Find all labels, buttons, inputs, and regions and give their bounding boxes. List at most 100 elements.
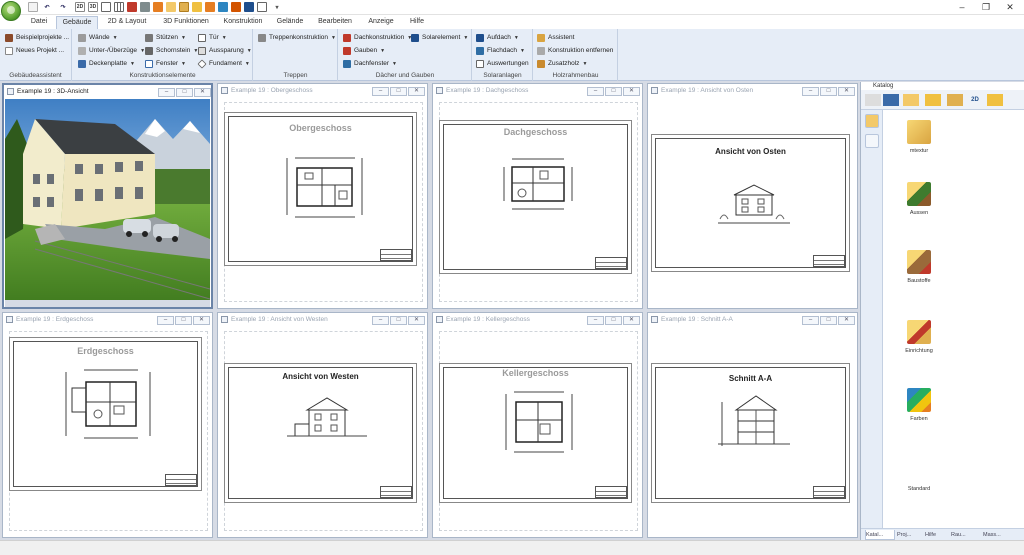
document-window-ansicht-westen[interactable]: Example 19 : Ansicht von Westen – □ ✕ An… (217, 312, 428, 538)
minimize-icon[interactable]: – (802, 316, 819, 325)
catalog-item-aussen[interactable]: Aussen (891, 182, 947, 216)
maximize-icon[interactable]: □ (820, 87, 837, 96)
document-window-schnitt-a-a[interactable]: Example 19 : Schnitt A-A – □ ✕ Schnitt A… (647, 312, 858, 538)
aussparung-button[interactable]: Aussparung ▼ (198, 45, 252, 56)
close-icon[interactable]: ✕ (408, 316, 425, 325)
catalog-wall-icon[interactable] (903, 94, 919, 106)
maximize-icon[interactable]: □ (820, 316, 837, 325)
fenster-button[interactable]: Fenster ▼ (145, 58, 186, 69)
catalog-material-icon[interactable] (925, 94, 941, 106)
close-icon[interactable]: ✕ (194, 88, 211, 97)
close-icon[interactable]: ✕ (838, 316, 855, 325)
catalog-slab-icon[interactable] (883, 94, 899, 106)
document-window-dachgeschoss[interactable]: Example 19 : Dachgeschoss – □ ✕ Dachgesc… (432, 83, 643, 309)
catalog-favorite-icon[interactable] (865, 134, 879, 148)
tab-raum[interactable]: Rau... (951, 530, 979, 540)
minimize-icon[interactable]: – (587, 87, 604, 96)
tab-katalog[interactable]: Katal... (865, 530, 895, 540)
tab-konstruktion[interactable]: Konstruktion (220, 16, 266, 29)
drawing-sheet[interactable]: Schnitt A-A (651, 363, 850, 503)
tab-3d-funktionen[interactable]: 3D Funktionen (158, 16, 214, 29)
dachkonstruktion-button[interactable]: Dachkonstruktion ▼ (343, 32, 412, 43)
2d-view-icon[interactable]: 2D (75, 2, 85, 12)
tab-datei[interactable]: Datei (26, 16, 52, 29)
minimize-icon[interactable]: – (802, 87, 819, 96)
catalog-item-standard[interactable]: Standard (891, 482, 947, 492)
measure-tool-icon[interactable] (244, 2, 254, 12)
catalog-3d-object-icon[interactable] (947, 94, 963, 106)
catalog-item-baustoffe[interactable]: Baustoffe (891, 250, 947, 284)
window-layout-icon[interactable] (101, 2, 111, 12)
maximize-icon[interactable]: □ (390, 87, 407, 96)
3d-house-render[interactable] (5, 99, 210, 307)
treppenkonstruktion-button[interactable]: Treppenkonstruktion ▼ (258, 32, 336, 43)
auswertungen-button[interactable]: Auswertungen (476, 58, 529, 69)
tab-anzeige[interactable]: Anzeige (364, 16, 398, 29)
document-window-kellergeschoss[interactable]: Example 19 : Kellergeschoss – □ ✕ Keller… (432, 312, 643, 538)
catalog-2d-icon[interactable]: 2D (967, 94, 983, 106)
tab-projekt[interactable]: Proj... (897, 530, 923, 540)
maximize-icon[interactable]: □ (605, 87, 622, 96)
door-tool-icon[interactable] (179, 2, 189, 12)
unterzuege-button[interactable]: Unter-/Überzüge ▼ (78, 45, 145, 56)
close-icon[interactable]: ✕ (998, 1, 1022, 13)
pencil-tool-icon[interactable] (192, 2, 202, 12)
minimize-icon[interactable]: – (587, 316, 604, 325)
catalog-item-einrichtung[interactable]: Einrichtung (891, 320, 947, 354)
solarelement-button[interactable]: Solarelement ▼ (411, 32, 468, 43)
close-icon[interactable]: ✕ (623, 316, 640, 325)
stair-tool-icon[interactable] (153, 2, 163, 12)
tab-2d-layout[interactable]: 2D & Layout (104, 16, 150, 29)
drawing-sheet[interactable]: Obergeschoss (224, 112, 417, 266)
tab-hilfe[interactable]: Hilfe (404, 16, 430, 29)
drawing-sheet[interactable]: Erdgeschoss (9, 337, 202, 491)
customize-quick-access-icon[interactable]: ▾ (272, 2, 282, 12)
document-window-3d-ansicht[interactable]: Example 19 : 3D-Ansicht – □ ✕ (2, 83, 213, 309)
move-tool-icon[interactable] (205, 2, 215, 12)
close-icon[interactable]: ✕ (838, 87, 855, 96)
gauben-button[interactable]: Gauben ▼ (343, 45, 385, 56)
close-icon[interactable]: ✕ (623, 87, 640, 96)
tab-hilfe[interactable]: Hilfe (925, 530, 949, 540)
print-icon[interactable] (257, 2, 267, 12)
catalog-pin-icon[interactable] (865, 94, 881, 106)
maximize-icon[interactable]: ❐ (974, 1, 998, 13)
catalog-item-farben[interactable]: Farben (891, 388, 947, 422)
undo-icon[interactable]: ↶ (42, 2, 52, 12)
maximize-icon[interactable]: □ (390, 316, 407, 325)
3d-view-icon[interactable]: 3D (88, 2, 98, 12)
document-window-obergeschoss[interactable]: Example 19 : Obergeschoss – □ ✕ Obergesc… (217, 83, 428, 309)
fundament-button[interactable]: Fundament ▼ (197, 58, 250, 69)
app-logo-icon[interactable] (1, 1, 21, 21)
dimension-tool-icon[interactable] (231, 2, 241, 12)
catalog-item-mtextur[interactable]: mtextur (891, 120, 947, 154)
dachfenster-button[interactable]: Dachfenster ▼ (343, 58, 397, 69)
redo-icon[interactable]: ↷ (58, 2, 68, 12)
maximize-icon[interactable]: □ (605, 316, 622, 325)
schornstein-button[interactable]: Schornstein ▼ (145, 45, 198, 56)
konstruktion-entfernen-button[interactable]: Konstruktion entfernen (537, 45, 613, 56)
drawing-sheet[interactable]: Ansicht von Westen (224, 363, 417, 503)
stuetzen-button[interactable]: Stützen ▼ (145, 32, 186, 43)
minimize-icon[interactable]: – (950, 1, 974, 13)
close-icon[interactable]: ✕ (193, 316, 210, 325)
maximize-icon[interactable]: □ (175, 316, 192, 325)
catalog-symbol-icon[interactable] (987, 94, 1003, 106)
minimize-icon[interactable]: – (158, 88, 175, 97)
minimize-icon[interactable]: – (157, 316, 174, 325)
minimize-icon[interactable]: – (372, 316, 389, 325)
save-icon[interactable] (28, 2, 38, 12)
window-tool-icon[interactable] (166, 2, 176, 12)
tab-masse[interactable]: Mass... (983, 530, 1013, 540)
drawing-sheet[interactable]: Kellergeschoss (439, 363, 632, 503)
flachdach-button[interactable]: Flachdach ▼ (476, 45, 525, 56)
tab-gelaende[interactable]: Gelände (274, 16, 306, 29)
tuer-button[interactable]: Tür ▼ (198, 32, 227, 43)
roof-tool-icon[interactable] (140, 2, 150, 12)
waende-button[interactable]: Wände ▼ (78, 32, 118, 43)
paint-tool-icon[interactable] (218, 2, 228, 12)
aufdach-button[interactable]: Aufdach ▼ (476, 32, 519, 43)
maximize-icon[interactable]: □ (176, 88, 193, 97)
drawing-sheet[interactable]: Dachgeschoss (439, 120, 632, 274)
assistent-button[interactable]: Assistent (537, 32, 574, 43)
